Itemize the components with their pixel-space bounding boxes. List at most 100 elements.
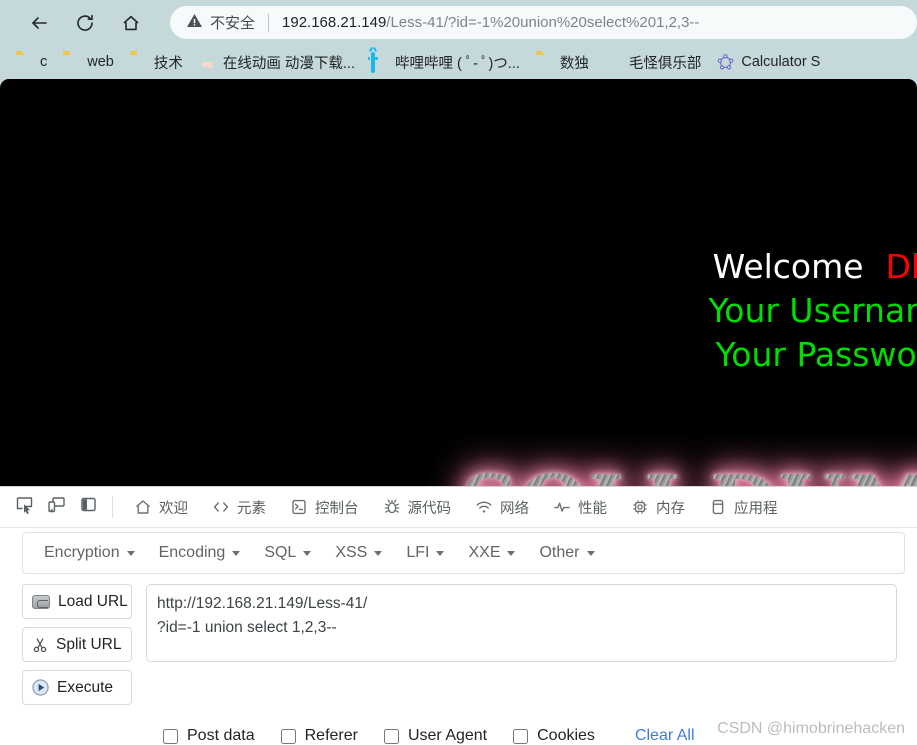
- menu-label: Encoding: [158, 544, 226, 561]
- folder-icon: [130, 54, 147, 71]
- bookmark-label: 哔哩哔哩 ( ﾟ- ﾟ)つ...: [394, 55, 520, 72]
- bookmark-label: Calculator S: [741, 54, 821, 70]
- bookmark-bilibili[interactable]: 哔哩哔哩 ( ﾟ- ﾟ)つ...: [367, 49, 528, 75]
- url-text: 192.168.21.149/Less-41/?id=-1%20union%20…: [282, 14, 699, 31]
- tab-label: 性能: [578, 500, 607, 517]
- sqli-dumb-series-logo: SOLI DUMB S: [316, 459, 917, 486]
- request-url-textarea[interactable]: [146, 584, 897, 662]
- checkbox-referer[interactable]: Referer: [280, 727, 358, 745]
- password-line: Your Password is: [715, 335, 917, 374]
- device-toolbar-button[interactable]: [40, 492, 72, 522]
- sqli-result-text: Welcome Dhakk Your Username is Your Passw…: [393, 245, 917, 377]
- menu-encryption[interactable]: Encryption: [35, 540, 144, 566]
- browser-toolbar: 不安全 192.168.21.149/Less-41/?id=-1%20unio…: [0, 0, 917, 45]
- checkbox-cookies[interactable]: Cookies: [513, 727, 595, 745]
- wifi-icon: [475, 498, 493, 516]
- bilibili-favicon: [367, 51, 388, 73]
- dock-side-icon: [79, 495, 98, 519]
- button-label: Load URL: [58, 592, 128, 610]
- play-icon: [32, 679, 49, 696]
- tab-network[interactable]: 网络: [464, 492, 540, 522]
- bookmark-calculator[interactable]: Calculator S: [713, 49, 828, 75]
- back-button[interactable]: [22, 6, 56, 40]
- menu-sql[interactable]: SQL: [255, 540, 320, 566]
- home-button[interactable]: [114, 6, 148, 40]
- anime-favicon: [199, 54, 216, 71]
- console-icon: [290, 498, 308, 516]
- checkbox-user-agent[interactable]: User Agent: [383, 727, 487, 745]
- performance-icon: [553, 498, 571, 516]
- bookmark-anime[interactable]: 在线动画 动漫下载...: [195, 49, 363, 75]
- menu-xxe[interactable]: XXE: [459, 540, 524, 566]
- url-path: /Less-41/?id=-1%20union%20select%201,2,3…: [386, 14, 700, 31]
- bookmark-label: 在线动画 动漫下载...: [222, 55, 355, 72]
- devtools-panel: 欢迎 元素 控制台 源代码 网络 性能 内存 应用程 Encryption En…: [0, 486, 917, 745]
- not-secure-warning-icon: [186, 12, 203, 34]
- tab-elements[interactable]: 元素: [201, 492, 277, 522]
- hackbar-options-row: Post data Referer User Agent Cookies Cle…: [0, 713, 917, 745]
- bookmark-sudoku[interactable]: 数独: [532, 49, 597, 75]
- menu-label: LFI: [406, 544, 430, 561]
- tab-label: 元素: [237, 500, 266, 517]
- bookmark-maoguai[interactable]: 毛怪俱乐部: [601, 49, 710, 75]
- photo-favicon: [605, 54, 622, 71]
- folder-icon: [63, 54, 80, 71]
- bookmark-c[interactable]: c: [12, 49, 55, 75]
- bookmark-label: c: [40, 54, 48, 70]
- inspect-element-button[interactable]: [8, 492, 40, 522]
- chevron-down-icon: [303, 550, 312, 556]
- user-agent-checkbox[interactable]: [383, 728, 399, 744]
- checkbox-post-data[interactable]: Post data: [163, 727, 255, 745]
- menu-other[interactable]: Other: [530, 540, 603, 566]
- load-url-button[interactable]: Load URL: [22, 584, 132, 619]
- back-arrow-icon: [28, 12, 50, 34]
- hackbar-editor: [146, 584, 897, 713]
- hackbar-action-buttons: Load URL Split URL Execute: [22, 584, 132, 713]
- tab-performance[interactable]: 性能: [542, 492, 618, 522]
- tab-memory[interactable]: 内存: [620, 492, 696, 522]
- address-bar[interactable]: 不安全 192.168.21.149/Less-41/?id=-1%20unio…: [170, 6, 917, 39]
- user-name-label: Dhakk: [885, 247, 917, 286]
- tab-application[interactable]: 应用程: [698, 492, 789, 522]
- tab-sources[interactable]: 源代码: [372, 492, 463, 522]
- referer-checkbox[interactable]: [280, 728, 296, 744]
- bookmark-label: 毛怪俱乐部: [628, 55, 702, 72]
- execute-button[interactable]: Execute: [22, 670, 132, 705]
- reload-icon: [74, 12, 96, 34]
- devtools-tabbar: 欢迎 元素 控制台 源代码 网络 性能 内存 应用程: [0, 487, 917, 528]
- geogebra-favicon: [717, 53, 734, 71]
- tab-label: 网络: [500, 500, 529, 517]
- clear-all-link[interactable]: Clear All: [635, 727, 695, 745]
- menu-label: Other: [539, 544, 580, 561]
- tab-console[interactable]: 控制台: [279, 492, 370, 522]
- menu-xss[interactable]: XSS: [326, 540, 391, 566]
- bug-icon: [383, 498, 401, 516]
- tab-label: 应用程: [734, 500, 778, 517]
- hackbar-panel: Encryption Encoding SQL XSS LFI XXE Othe…: [0, 528, 917, 745]
- bookmarks-bar: c web 技术 在线动画 动漫下载... 哔哩哔哩 ( ﾟ- ﾟ)つ... 数…: [0, 45, 917, 79]
- menu-label: XSS: [335, 544, 368, 561]
- hackbar-body: Load URL Split URL Execute http://192.16…: [0, 574, 917, 713]
- tab-label: 源代码: [407, 500, 452, 517]
- bookmark-jishu[interactable]: 技术: [126, 49, 191, 75]
- menu-lfi[interactable]: LFI: [397, 540, 453, 566]
- reload-button[interactable]: [68, 6, 102, 40]
- bookmark-web[interactable]: web: [59, 49, 122, 75]
- split-url-button[interactable]: Split URL: [22, 627, 132, 662]
- page-viewport: Welcome Dhakk Your Username is Your Passw…: [0, 79, 917, 486]
- cookies-checkbox[interactable]: [513, 728, 529, 744]
- button-label: Execute: [57, 678, 114, 696]
- bookmark-label: 技术: [153, 55, 183, 72]
- bookmark-label: web: [87, 54, 114, 70]
- chevron-down-icon: [126, 550, 135, 556]
- home-icon: [134, 498, 152, 516]
- folder-icon: [16, 54, 33, 71]
- dock-side-button[interactable]: [72, 492, 104, 522]
- menu-encoding[interactable]: Encoding: [150, 540, 250, 566]
- tab-welcome[interactable]: 欢迎: [123, 492, 199, 522]
- checkbox-label: Cookies: [537, 727, 595, 744]
- chevron-down-icon: [436, 550, 445, 556]
- code-brackets-icon: [212, 498, 230, 516]
- tab-label: 控制台: [315, 500, 359, 517]
- post-data-checkbox[interactable]: [163, 728, 178, 744]
